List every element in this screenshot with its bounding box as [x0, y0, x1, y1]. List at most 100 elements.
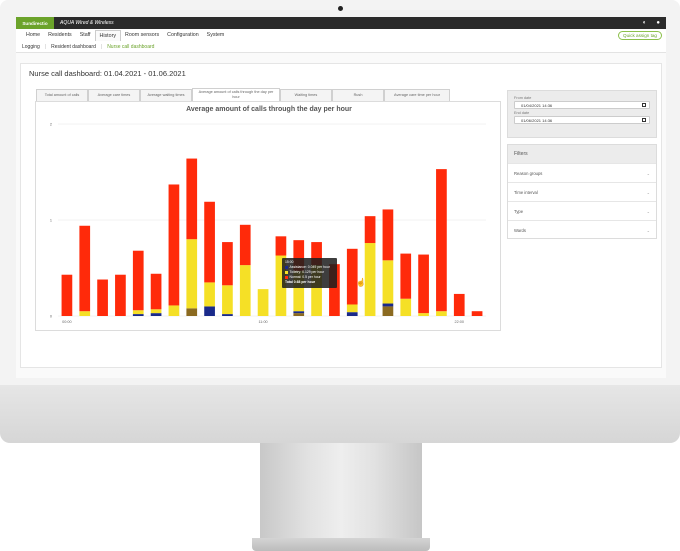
- tab-total-amount-of-calls[interactable]: Total amount of calls: [36, 89, 88, 101]
- filter-wards[interactable]: Wards ⌄: [508, 220, 656, 239]
- bar-segment: [239, 224, 251, 266]
- chevron-down-icon: ⌄: [646, 189, 650, 195]
- app-screen: Sundirectio AQUA Wired & Wireless ◐ ● Ho…: [16, 17, 666, 378]
- y-tick-label: 2: [50, 123, 52, 127]
- tab-rush[interactable]: Rush: [332, 89, 384, 101]
- bar-segment: [150, 309, 162, 314]
- tooltip-total: Total 0.68 per hour: [285, 280, 316, 284]
- bar-segment: [400, 298, 412, 316]
- bar-segment: [115, 274, 126, 316]
- bar-segment: [222, 242, 233, 286]
- brand-logo[interactable]: Sundirectio: [16, 17, 54, 29]
- bar-segment: [382, 260, 394, 304]
- filter-time-interval[interactable]: Time interval ⌄: [508, 182, 656, 201]
- bar-segment: [293, 311, 305, 314]
- tooltip-swatch: [285, 276, 288, 279]
- stacked-bar-chart: 0 1 2 00:00 11:00 22:00: [50, 123, 486, 324]
- from-date-input[interactable]: 01/04/2021 14:36: [514, 101, 650, 109]
- bar-segment: [186, 158, 198, 240]
- nav-staff[interactable]: Staff: [76, 30, 95, 41]
- filter-label: Time interval: [514, 189, 538, 195]
- subnav-nurse-call-dashboard[interactable]: Nurse call dashboard: [107, 44, 154, 50]
- globe-icon[interactable]: ◐: [643, 20, 647, 26]
- bar-segment: [346, 312, 358, 316]
- bar-segment: [382, 209, 394, 261]
- bar-segment: [132, 250, 144, 311]
- filter-label: Type: [514, 208, 524, 214]
- filter-label: Reason groups: [514, 170, 543, 176]
- bar-segment: [418, 313, 429, 316]
- tab-waiting-times[interactable]: Waiting times: [280, 89, 332, 101]
- bar-segment: [400, 253, 412, 299]
- tab-average-care-time-per-hour[interactable]: Average care time per hour: [384, 89, 450, 101]
- tab-average-calls-per-hour[interactable]: Average amount of calls through the day …: [192, 88, 280, 101]
- nav-history[interactable]: History: [94, 30, 121, 41]
- bar-segment: [222, 285, 233, 315]
- tab-average-waiting-times[interactable]: Average waiting times: [140, 89, 192, 101]
- end-date-label: End date: [514, 111, 530, 115]
- bar-segment: [418, 254, 429, 314]
- bar-segment: [168, 184, 180, 306]
- bar-segment: [436, 311, 447, 316]
- subnav-separator: |: [100, 44, 103, 50]
- bar-segment: [97, 279, 108, 316]
- chevron-down-icon: ⌄: [646, 208, 650, 214]
- bar-segment: [168, 305, 180, 316]
- from-date-value: 01/04/2021 14:36: [521, 102, 553, 108]
- subnav-resident-dashboard[interactable]: Resident dashboard: [51, 44, 96, 50]
- bar-segment: [150, 313, 162, 316]
- bar-segment: [471, 311, 483, 316]
- y-tick-label: 1: [50, 219, 52, 223]
- x-tick-label: 11:00: [258, 320, 267, 324]
- pointer-cursor-icon: ☝: [356, 278, 366, 287]
- subnav-logging[interactable]: Logging: [22, 44, 40, 50]
- chevron-down-icon: ⌄: [646, 170, 650, 176]
- top-bar: Sundirectio AQUA Wired & Wireless ◐ ●: [16, 17, 666, 29]
- bar-segment: [382, 303, 394, 307]
- from-date-label: From date: [514, 96, 532, 100]
- end-date-input[interactable]: 01/06/2021 14:36: [514, 116, 650, 124]
- bar-segment: [382, 306, 394, 316]
- chart-container: Average amount of calls through the day …: [35, 101, 501, 331]
- bar-segment: [346, 248, 358, 305]
- chevron-down-icon: ⌄: [646, 227, 650, 233]
- bar-segment: [453, 293, 465, 316]
- bar-segment: [79, 225, 91, 312]
- tooltip-swatch: [285, 266, 288, 269]
- bar-segment: [132, 314, 144, 316]
- bar-segment: [436, 169, 447, 312]
- bar-segment: [239, 265, 251, 316]
- main-nav: Home Residents Staff History Room sensor…: [16, 29, 666, 42]
- user-icon[interactable]: ●: [656, 20, 660, 26]
- x-tick-label: 22:00: [454, 320, 464, 324]
- monitor-frame: Sundirectio AQUA Wired & Wireless ◐ ● Ho…: [0, 0, 680, 385]
- page-title: Nurse call dashboard: 01.04.2021 - 01.06…: [29, 69, 186, 78]
- nav-home[interactable]: Home: [22, 30, 44, 41]
- nav-configuration[interactable]: Configuration: [163, 30, 203, 41]
- bar-segment: [257, 289, 269, 316]
- monitor-stand: [260, 443, 422, 540]
- dashboard-page: Nurse call dashboard: 01.04.2021 - 01.06…: [20, 63, 662, 368]
- bar-segment: [204, 201, 215, 283]
- bar-segment: [222, 314, 233, 316]
- filter-type[interactable]: Type ⌄: [508, 201, 656, 220]
- bar-segment: [79, 311, 91, 316]
- end-date-value: 01/06/2021 14:36: [521, 117, 553, 123]
- tab-average-care-times[interactable]: Average care times: [88, 89, 140, 101]
- bar-segment: [346, 304, 358, 313]
- nav-room-sensors[interactable]: Room sensors: [121, 30, 163, 41]
- bar-segment: [186, 308, 198, 316]
- filter-label: Wards: [514, 227, 526, 233]
- nav-residents[interactable]: Residents: [44, 30, 76, 41]
- bar-segment: [186, 239, 198, 309]
- chart-tabs: Total amount of calls Average care times…: [36, 88, 450, 101]
- product-name: AQUA Wired & Wireless: [60, 20, 114, 26]
- bar-segment: [364, 243, 376, 316]
- calendar-icon[interactable]: [642, 118, 646, 122]
- calendar-icon[interactable]: [642, 103, 646, 107]
- quick-assign-tag-button[interactable]: Quick assign tag: [618, 31, 662, 40]
- filter-reason-groups[interactable]: Reason groups ⌄: [508, 163, 656, 182]
- nav-system[interactable]: System: [203, 30, 229, 41]
- bar-segment: [204, 282, 215, 307]
- y-tick-label: 0: [50, 315, 52, 319]
